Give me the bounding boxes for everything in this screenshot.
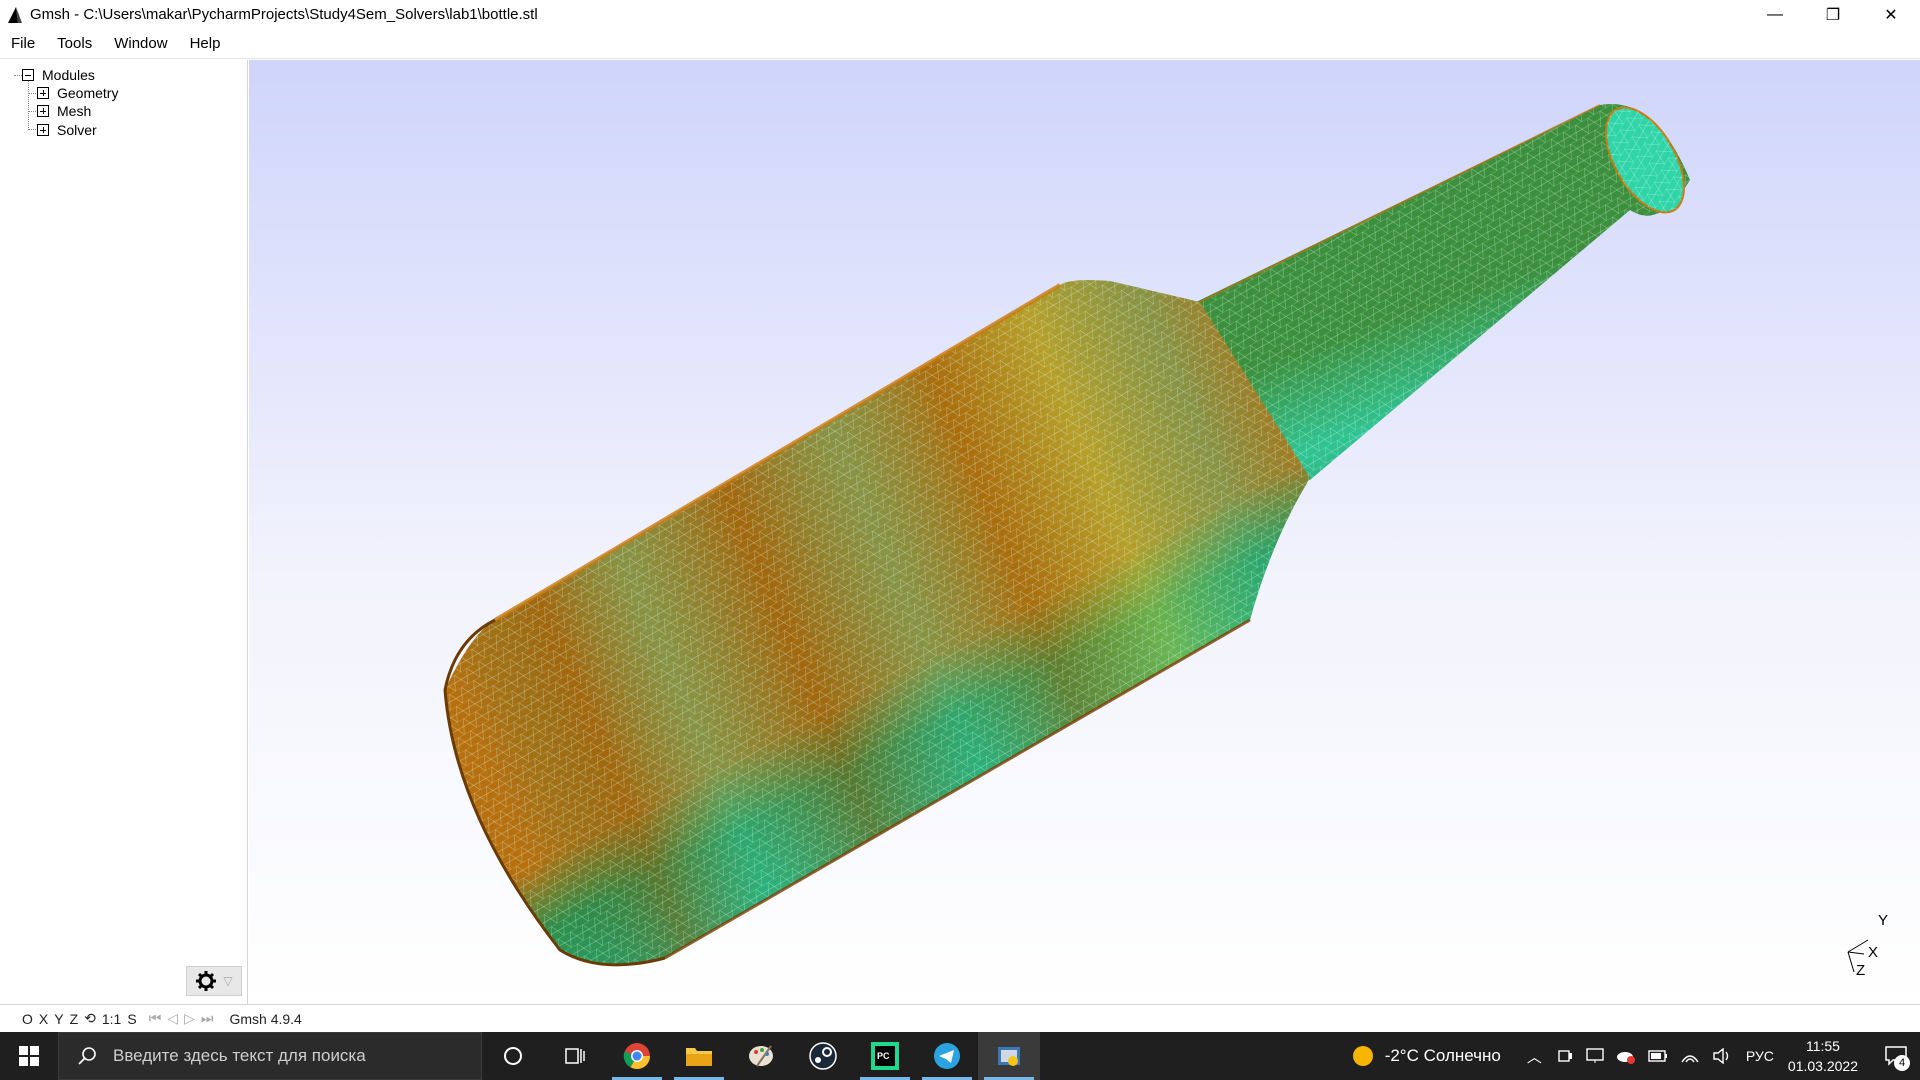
tree-connector — [28, 80, 29, 128]
pycharm-icon: PC — [871, 1042, 899, 1070]
expand-icon[interactable] — [37, 105, 49, 117]
status-bar: O X Y Z ⟲ 1:1 S ⏮ ◁ ▷ ⏭ Gmsh 4.9.4 — [0, 1004, 1920, 1032]
cloud-error-icon[interactable] — [1616, 1047, 1636, 1065]
title-bar: Gmsh - C:\Users\makar\PycharmProjects\St… — [0, 0, 1920, 29]
paint-button[interactable] — [730, 1032, 792, 1080]
tree-item-solver[interactable]: Solver — [37, 121, 97, 139]
view-o-button[interactable]: O — [22, 1011, 33, 1027]
select-button[interactable]: S — [127, 1011, 136, 1027]
menu-bar: File Tools Window Help — [0, 29, 1920, 59]
tree-item-mesh[interactable]: Mesh — [37, 102, 91, 120]
clock-time: 11:55 — [1805, 1038, 1840, 1054]
steam-icon — [809, 1042, 837, 1070]
minimize-button[interactable]: — — [1746, 0, 1804, 29]
palette-icon — [749, 1045, 773, 1067]
restore-button[interactable]: ❐ — [1804, 0, 1862, 29]
start-button[interactable] — [0, 1032, 58, 1080]
gmsh-logo-icon — [8, 6, 22, 23]
version-label: Gmsh 4.9.4 — [229, 1010, 302, 1027]
notification-count-badge: 4 — [1894, 1055, 1910, 1071]
collapse-icon[interactable] — [22, 69, 34, 81]
cortana-button[interactable] — [482, 1032, 544, 1080]
options-button[interactable]: ▽ — [186, 966, 242, 996]
python-icon — [998, 1047, 1020, 1066]
menu-file[interactable]: File — [0, 35, 46, 52]
view-y-button[interactable]: Y — [54, 1011, 63, 1027]
language-indicator[interactable]: РУС — [1746, 1048, 1774, 1064]
search-placeholder: Введите здесь текст для поиска — [113, 1046, 366, 1065]
task-view-button[interactable] — [544, 1032, 606, 1080]
dropdown-arrow-icon: ▽ — [223, 974, 233, 988]
window-controls: — ❐ ✕ — [1746, 0, 1920, 29]
taskbar: Введите здесь текст для поиска PC -2°C С… — [0, 1032, 1920, 1080]
tree-item-geometry[interactable]: Geometry — [37, 84, 118, 102]
tree-item-label: Geometry — [57, 85, 119, 101]
telegram-button[interactable] — [916, 1032, 978, 1080]
chrome-button[interactable] — [606, 1032, 668, 1080]
clock[interactable]: 11:55 01.03.2022 — [1788, 1036, 1858, 1076]
cortana-icon — [504, 1047, 522, 1065]
clock-date: 01.03.2022 — [1787, 1058, 1858, 1074]
module-tree: Modules Geometry Mesh Solver — [0, 60, 248, 1004]
pycharm-button[interactable]: PC — [854, 1032, 916, 1080]
explorer-button[interactable] — [668, 1032, 730, 1080]
tree-connector — [14, 75, 22, 76]
expand-icon[interactable] — [37, 87, 49, 99]
sun-icon — [1352, 1046, 1373, 1066]
windows-icon — [19, 1046, 39, 1066]
tree-item-label: Modules — [42, 67, 95, 83]
weather-text[interactable]: -2°C Солнечно — [1385, 1046, 1501, 1066]
python-app-button[interactable] — [978, 1032, 1040, 1080]
telegram-icon — [934, 1043, 960, 1069]
menu-window[interactable]: Window — [103, 35, 178, 52]
chrome-icon — [623, 1043, 651, 1070]
tree-connector — [28, 111, 36, 112]
tree-connector — [28, 129, 36, 130]
window-title: Gmsh - C:\Users\makar\PycharmProjects\St… — [30, 6, 538, 23]
notifications-button[interactable]: 4 — [1872, 1032, 1920, 1080]
bottle-mesh[interactable] — [249, 60, 1920, 1004]
menu-help[interactable]: Help — [179, 35, 232, 52]
taskbar-search[interactable]: Введите здесь текст для поиска — [58, 1032, 482, 1080]
view-x-button[interactable]: X — [39, 1011, 48, 1027]
first-step-icon[interactable]: ⏮ — [149, 1010, 162, 1027]
play-icon[interactable]: ▷ — [184, 1010, 195, 1027]
tree-item-label: Mesh — [57, 103, 92, 119]
expand-icon[interactable] — [37, 124, 49, 136]
graphics-viewport[interactable]: Y X Z — [249, 60, 1920, 1004]
menu-tools[interactable]: Tools — [46, 35, 103, 52]
tree-item-modules[interactable]: Modules — [22, 66, 95, 84]
steam-button[interactable] — [792, 1032, 854, 1080]
volume-icon[interactable] — [1712, 1048, 1732, 1064]
scale-button[interactable]: 1:1 — [102, 1011, 121, 1027]
show-hidden-icons[interactable]: ︿ — [1527, 1046, 1542, 1067]
tree-connector — [28, 93, 36, 94]
rotate-button[interactable]: ⟲ — [84, 1010, 96, 1027]
axis-label-z: Z — [1856, 962, 1866, 979]
svg-text:PC: PC — [877, 1051, 890, 1061]
prev-step-icon[interactable]: ◁ — [167, 1010, 178, 1027]
close-button[interactable]: ✕ — [1862, 0, 1920, 29]
last-step-icon[interactable]: ⏭ — [201, 1010, 214, 1027]
search-icon — [78, 1047, 96, 1065]
display-icon[interactable] — [1586, 1047, 1604, 1065]
axis-label-x: X — [1868, 944, 1879, 961]
gear-icon — [196, 971, 217, 991]
axes-indicator: Y X Z — [1840, 912, 1900, 982]
meet-icon[interactable] — [1556, 1047, 1574, 1065]
folder-icon — [686, 1048, 712, 1066]
wifi-icon[interactable] — [1680, 1048, 1700, 1064]
system-tray: -2°C Солнечно ︿ РУС 11:55 01.03.2022 4 — [1351, 1032, 1920, 1080]
axis-label-y: Y — [1878, 912, 1889, 929]
tree-item-label: Solver — [57, 122, 97, 138]
task-view-icon — [565, 1048, 585, 1064]
view-z-button[interactable]: Z — [70, 1011, 79, 1027]
battery-icon[interactable] — [1648, 1049, 1668, 1063]
